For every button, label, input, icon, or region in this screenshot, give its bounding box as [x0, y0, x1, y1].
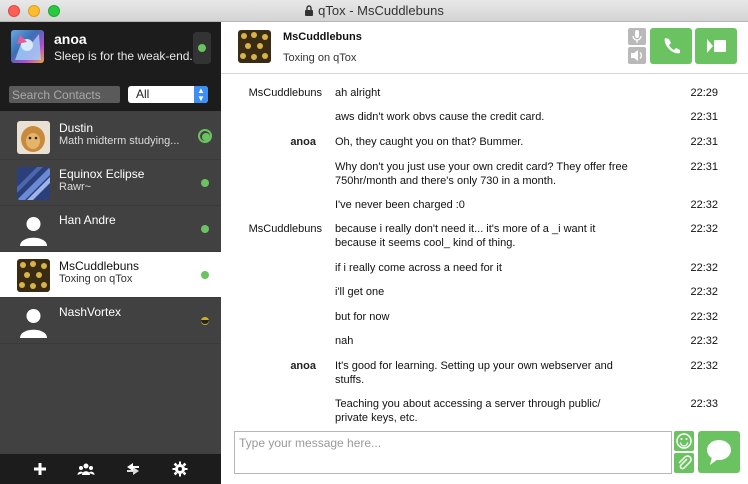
chat-contact-status: Toxing on qTox — [283, 52, 357, 64]
message-timestamp: 22:32 — [690, 223, 718, 235]
window-title-text: qTox - MsCuddlebuns — [318, 3, 444, 18]
message-text: Teaching you about accessing a server th… — [335, 398, 601, 424]
contact-filter-select[interactable]: All ▲ ▼ — [128, 86, 208, 103]
message-timestamp: 22:32 — [690, 199, 718, 211]
create-group-button[interactable] — [77, 460, 95, 478]
settings-button[interactable] — [171, 460, 189, 478]
smiley-icon — [676, 433, 692, 449]
chat-contact-avatar — [238, 30, 271, 63]
title-bar: qTox - MsCuddlebuns — [0, 0, 748, 22]
contact-list: Dustin Math midterm studying... Equinox … — [0, 114, 221, 344]
volume-button[interactable] — [628, 47, 646, 64]
message-text: Why don't you just use your own credit c… — [335, 161, 628, 187]
chat-header: MsCuddlebuns Toxing on qTox — [221, 22, 748, 74]
paperclip-icon — [678, 455, 692, 470]
message-author[interactable]: MsCuddlebuns — [221, 222, 322, 236]
group-icon — [77, 463, 95, 475]
message-list: MsCuddlebuns ah alright 22:29 aws didn't… — [221, 79, 748, 429]
emoji-button[interactable] — [674, 431, 694, 451]
message-timestamp: 22:32 — [690, 335, 718, 347]
transfer-icon — [127, 463, 139, 475]
contact-avatar — [17, 167, 50, 200]
message-timestamp: 22:32 — [690, 286, 718, 298]
profile-avatar[interactable] — [11, 30, 44, 63]
contact-name: Dustin — [59, 121, 94, 135]
message-text: It's good for learning. Setting up your … — [335, 360, 613, 386]
search-contacts-input[interactable] — [9, 86, 120, 103]
online-status-dot — [198, 44, 206, 52]
profile-name[interactable]: anoa — [54, 31, 87, 47]
contact-item-nashvortex[interactable]: NashVortex — [0, 298, 221, 344]
profile-status-selector[interactable] — [193, 32, 211, 64]
online-status-dot — [202, 133, 210, 141]
audio-call-button[interactable] — [650, 28, 692, 64]
message-timestamp: 22:33 — [690, 398, 718, 410]
contact-name: MsCuddlebuns — [59, 259, 140, 273]
default-avatar-icon — [17, 305, 50, 338]
microphone-button[interactable] — [628, 28, 646, 45]
message-timestamp: 22:31 — [690, 136, 718, 148]
phone-icon — [664, 38, 680, 54]
message-text: because i really don't need it... it's m… — [335, 223, 596, 249]
message-timestamp: 22:32 — [690, 360, 718, 372]
message-timestamp: 22:32 — [690, 262, 718, 274]
message-timestamp: 22:32 — [690, 311, 718, 323]
contact-item-equinox-eclipse[interactable]: Equinox Eclipse Rawr~ — [0, 160, 221, 206]
contact-avatar — [17, 259, 50, 292]
contact-item-han-andre[interactable]: Han Andre — [0, 206, 221, 252]
online-status-dot — [201, 271, 209, 279]
contact-status: Math midterm studying... — [59, 135, 180, 147]
default-avatar-icon — [17, 213, 50, 246]
add-friend-button[interactable] — [31, 460, 49, 478]
new-message-indicator-icon — [198, 129, 212, 143]
online-status-dot — [201, 179, 209, 187]
online-status-dot — [201, 225, 209, 233]
away-status-dot — [201, 317, 209, 325]
chat-panel: MsCuddlebuns Toxing on qTox MsCuddlebuns… — [221, 22, 748, 484]
microphone-icon — [632, 30, 642, 43]
message-text: if i really come across a need for it — [335, 262, 502, 274]
contact-status: Rawr~ — [59, 181, 92, 193]
gear-icon — [172, 461, 188, 477]
message-text: i'll get one — [335, 286, 385, 298]
window-title: qTox - MsCuddlebuns — [0, 3, 748, 18]
attach-file-button[interactable] — [674, 453, 694, 473]
contact-item-mscuddlebuns[interactable]: MsCuddlebuns Toxing on qTox — [0, 252, 221, 298]
message-text: ah alright — [335, 87, 381, 99]
message-text: aws didn't work obvs cause the credit ca… — [335, 111, 545, 123]
message-timestamp: 22:31 — [690, 111, 718, 123]
message-timestamp: 22:31 — [690, 161, 718, 173]
profile-panel: anoa Sleep is for the weak-end. — [0, 22, 221, 80]
profile-status-message[interactable]: Sleep is for the weak-end. — [54, 49, 193, 63]
contact-name: Equinox Eclipse — [59, 167, 145, 181]
sidebar: anoa Sleep is for the weak-end. All ▲▼ D… — [0, 22, 221, 484]
chat-contact-name: MsCuddlebuns — [283, 31, 362, 43]
message-text: I've never been charged :0 — [335, 199, 465, 211]
select-arrows-icon: ▲ ▼ — [194, 86, 208, 103]
contact-name: NashVortex — [59, 305, 122, 319]
contact-avatar — [17, 121, 50, 154]
contact-item-dustin[interactable]: Dustin Math midterm studying... — [0, 114, 221, 160]
lock-icon — [305, 5, 314, 16]
file-transfers-button[interactable] — [124, 460, 142, 478]
message-timestamp: 22:29 — [690, 87, 718, 99]
speech-bubble-icon — [707, 440, 731, 465]
contact-status: Toxing on qTox — [59, 273, 133, 285]
video-camera-icon — [707, 39, 726, 53]
message-input[interactable] — [234, 431, 672, 474]
message-text: nah — [335, 335, 354, 347]
plus-icon — [34, 463, 46, 475]
message-author[interactable]: MsCuddlebuns — [221, 86, 322, 100]
contact-name: Han Andre — [59, 213, 116, 227]
message-text: but for now — [335, 311, 390, 323]
message-author[interactable]: anoa — [221, 359, 316, 373]
message-author[interactable]: anoa — [221, 135, 316, 149]
sidebar-toolbar — [0, 454, 221, 484]
speaker-icon — [631, 50, 642, 61]
message-text: Oh, they caught you on that? Bummer. — [335, 136, 524, 148]
search-bar: All ▲▼ — [0, 80, 221, 111]
send-message-button[interactable] — [698, 431, 740, 473]
video-call-button[interactable] — [695, 28, 737, 64]
contact-filter-value: All — [136, 87, 150, 101]
